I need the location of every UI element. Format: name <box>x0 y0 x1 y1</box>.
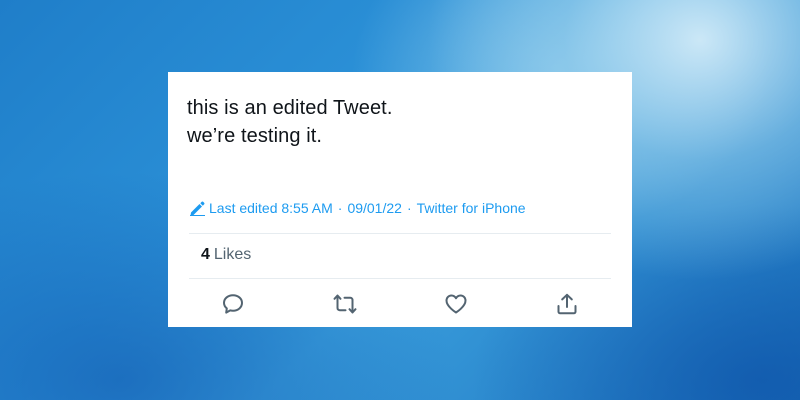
divider <box>189 233 611 234</box>
pencil-edit-icon <box>189 200 206 216</box>
divider <box>189 278 611 279</box>
separator-dot: · <box>337 200 343 216</box>
retweet-button[interactable] <box>332 291 358 317</box>
tweet-date: 09/01/22 <box>347 200 402 216</box>
separator-dot: · <box>406 200 412 216</box>
likes-label: Likes <box>213 246 252 263</box>
reply-button[interactable] <box>220 291 246 317</box>
tweet-text: this is an edited Tweet. we’re testing i… <box>187 94 393 150</box>
tweet-text-line: we’re testing it. <box>187 125 323 147</box>
edited-info-row: Last edited 8:55 AM · 09/01/22 · Twitter… <box>189 199 526 217</box>
tweet-actions <box>168 291 632 317</box>
likes-count: 4 <box>201 246 210 263</box>
share-button[interactable] <box>554 291 580 317</box>
speech-bubble-icon <box>223 294 243 314</box>
tweet-card: this is an edited Tweet. we’re testing i… <box>168 72 632 327</box>
tweet-source-link[interactable]: Twitter for iPhone <box>417 200 526 216</box>
share-upload-icon <box>557 293 577 315</box>
retweet-arrows-icon <box>333 294 357 314</box>
heart-icon <box>445 294 467 314</box>
tweet-text-line: this is an edited Tweet. <box>187 97 393 119</box>
like-button[interactable] <box>443 291 469 317</box>
last-edited-link[interactable]: Last edited 8:55 AM <box>209 200 333 216</box>
likes-row[interactable]: 4 Likes <box>201 246 251 264</box>
